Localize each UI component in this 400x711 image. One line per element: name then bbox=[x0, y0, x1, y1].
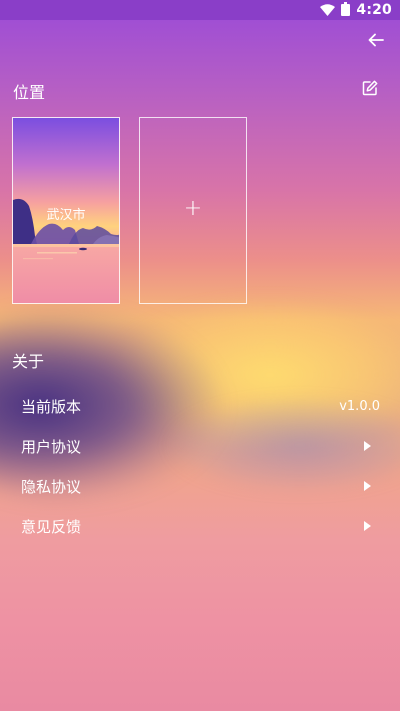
triangle-right-icon bbox=[362, 481, 372, 491]
city-card[interactable]: 武汉市 bbox=[12, 117, 120, 304]
about-item-label: 当前版本 bbox=[21, 397, 82, 416]
back-button[interactable] bbox=[364, 28, 388, 52]
about-item-user-agreement[interactable]: 用户协议 bbox=[0, 426, 400, 466]
battery-icon bbox=[341, 1, 351, 20]
about-item-feedback[interactable]: 意见反馈 bbox=[0, 506, 400, 546]
edit-button[interactable] bbox=[360, 78, 380, 98]
about-item-privacy-policy[interactable]: 隐私协议 bbox=[0, 466, 400, 506]
status-time: 4:20 bbox=[356, 2, 392, 18]
about-section-title: 关于 bbox=[12, 352, 45, 371]
about-item-version: 当前版本 v1.0.0 bbox=[0, 386, 400, 426]
about-item-label: 意见反馈 bbox=[21, 517, 82, 536]
version-value: v1.0.0 bbox=[339, 398, 380, 414]
triangle-right-icon bbox=[362, 521, 372, 531]
plus-icon: + bbox=[183, 195, 203, 221]
wifi-icon bbox=[320, 1, 336, 20]
edit-icon bbox=[362, 80, 378, 96]
about-item-label: 隐私协议 bbox=[21, 477, 82, 496]
add-city-button[interactable]: + bbox=[139, 117, 247, 304]
location-section-title: 位置 bbox=[13, 83, 46, 102]
city-name: 武汉市 bbox=[46, 208, 86, 223]
status-bar: 4:20 bbox=[0, 0, 400, 20]
about-item-label: 用户协议 bbox=[21, 437, 82, 456]
background-gradient bbox=[0, 0, 400, 711]
triangle-right-icon bbox=[362, 441, 372, 451]
arrow-left-icon bbox=[368, 33, 384, 47]
